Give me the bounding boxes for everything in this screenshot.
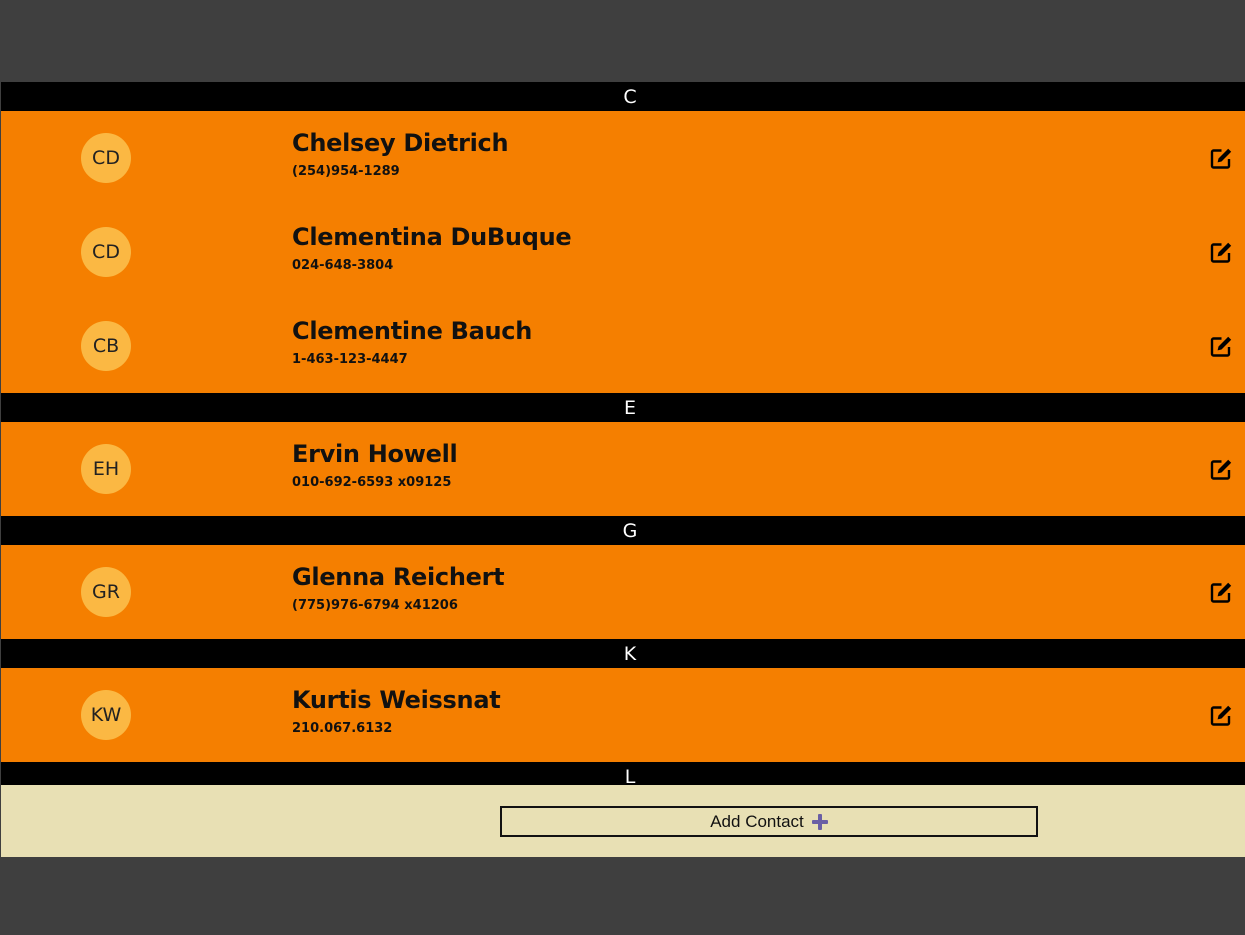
- contact-row[interactable]: KW Kurtis Weissnat 210.067.6132: [1, 668, 1245, 762]
- plus-icon: [811, 813, 828, 830]
- contact-row[interactable]: CB Clementine Bauch 1-463-123-4447: [1, 299, 1245, 393]
- edit-icon: [1210, 705, 1232, 726]
- edit-icon: [1210, 582, 1232, 603]
- edit-contact-button[interactable]: [1209, 147, 1233, 171]
- contact-name: Chelsey Dietrich: [292, 129, 509, 157]
- contact-name: Clementine Bauch: [292, 317, 532, 345]
- add-contact-button[interactable]: Add Contact: [500, 806, 1038, 837]
- contact-sections: C CD Chelsey Dietrich (254)954-1289 CD C…: [1, 82, 1245, 791]
- avatar: CD: [81, 227, 131, 277]
- avatar: CB: [81, 321, 131, 371]
- contact-phone: (254)954-1289: [292, 164, 400, 179]
- contact-list: C CD Chelsey Dietrich (254)954-1289 CD C…: [1, 82, 1245, 857]
- edit-icon: [1210, 148, 1232, 169]
- contact-phone: 1-463-123-4447: [292, 352, 408, 367]
- edit-contact-button[interactable]: [1209, 581, 1233, 605]
- section-header-k: K: [1, 639, 1245, 668]
- contact-phone: 024-648-3804: [292, 258, 394, 273]
- contact-name: Ervin Howell: [292, 440, 458, 468]
- footer-bar: Add Contact: [1, 785, 1245, 857]
- avatar: KW: [81, 690, 131, 740]
- section-header-g: G: [1, 516, 1245, 545]
- app-window: C CD Chelsey Dietrich (254)954-1289 CD C…: [0, 0, 1245, 935]
- contact-row[interactable]: EH Ervin Howell 010-692-6593 x09125: [1, 422, 1245, 516]
- section-header-c: C: [1, 82, 1245, 111]
- edit-icon: [1210, 459, 1232, 480]
- contact-name: Clementina DuBuque: [292, 223, 572, 251]
- section-header-e: E: [1, 393, 1245, 422]
- edit-contact-button[interactable]: [1209, 458, 1233, 482]
- edit-contact-button[interactable]: [1209, 241, 1233, 265]
- avatar: CD: [81, 133, 131, 183]
- contact-phone: 010-692-6593 x09125: [292, 475, 452, 490]
- edit-icon: [1210, 242, 1232, 263]
- edit-contact-button[interactable]: [1209, 704, 1233, 728]
- add-contact-label: Add Contact: [710, 811, 804, 831]
- contact-phone: 210.067.6132: [292, 721, 393, 736]
- contact-row[interactable]: CD Chelsey Dietrich (254)954-1289: [1, 111, 1245, 205]
- contact-name: Kurtis Weissnat: [292, 686, 501, 714]
- contact-name: Glenna Reichert: [292, 563, 505, 591]
- avatar: GR: [81, 567, 131, 617]
- contact-row[interactable]: CD Clementina DuBuque 024-648-3804: [1, 205, 1245, 299]
- contact-phone: (775)976-6794 x41206: [292, 598, 458, 613]
- contact-row[interactable]: GR Glenna Reichert (775)976-6794 x41206: [1, 545, 1245, 639]
- edit-icon: [1210, 336, 1232, 357]
- edit-contact-button[interactable]: [1209, 335, 1233, 359]
- avatar: EH: [81, 444, 131, 494]
